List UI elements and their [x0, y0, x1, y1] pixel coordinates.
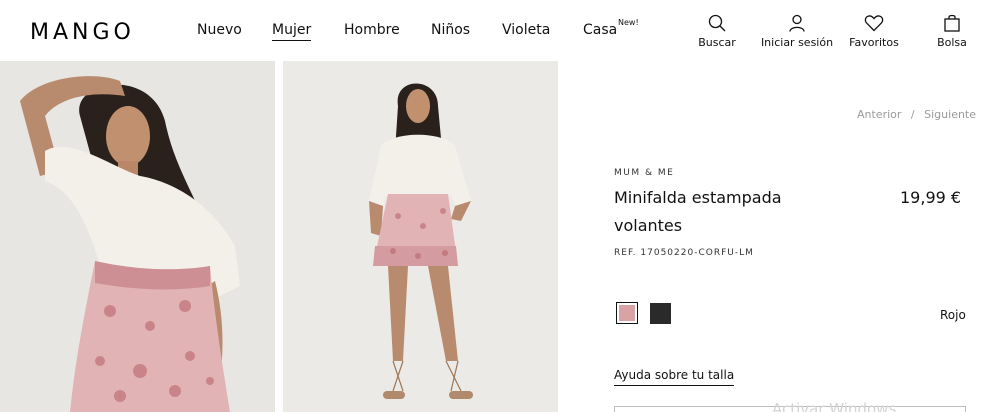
bag-label: Bolsa	[937, 36, 967, 49]
size-help-link[interactable]: Ayuda sobre tu talla	[614, 368, 735, 386]
product-brand: MUM & ME	[614, 168, 675, 178]
nav-item-violeta[interactable]: Violeta	[502, 22, 550, 38]
search-icon	[708, 14, 726, 32]
product-price: 19,99 €	[900, 188, 962, 207]
product-image-1[interactable]	[0, 61, 275, 412]
heart-icon	[864, 15, 884, 32]
model-portrait-image	[0, 61, 275, 412]
activation-watermark: Activar Windows	[772, 400, 897, 412]
bag-icon	[944, 14, 960, 32]
selected-color-name: Rojo	[940, 308, 966, 322]
product-image-2[interactable]	[283, 61, 558, 412]
nav-item-nuevo[interactable]: Nuevo	[197, 22, 242, 38]
nav-item-casa[interactable]: Casa	[583, 22, 617, 38]
search-button[interactable]: Buscar	[697, 14, 737, 49]
login-button[interactable]: Iniciar sesión	[758, 14, 836, 49]
new-badge: New!	[618, 18, 639, 27]
swatch-red-fill	[619, 305, 635, 321]
product-reference: REF. 17050220-CORFU-LM	[614, 248, 754, 258]
bag-button[interactable]: Bolsa	[934, 14, 970, 49]
color-swatch-black[interactable]	[650, 303, 671, 324]
nav-item-ninos[interactable]: Niños	[431, 22, 470, 38]
model-full-body-image	[283, 61, 558, 412]
nav-item-mujer[interactable]: Mujer	[272, 22, 312, 41]
next-link[interactable]: Siguiente	[924, 108, 976, 121]
previous-link[interactable]: Anterior	[857, 108, 901, 121]
favorites-label: Favoritos	[849, 36, 899, 49]
mango-logo[interactable]: MANGO	[30, 20, 135, 45]
site-header: MANGO Nuevo Mujer Hombre Niños Violeta C…	[0, 0, 982, 61]
pager-separator: /	[910, 108, 915, 121]
product-title: Minifalda estampada volantes	[614, 188, 782, 235]
search-label: Buscar	[698, 36, 736, 49]
swatch-black-fill	[650, 303, 671, 324]
color-swatch-red[interactable]	[616, 302, 638, 324]
product-pager: Anterior / Siguiente	[857, 108, 976, 121]
nav-item-hombre[interactable]: Hombre	[344, 22, 400, 38]
user-icon	[789, 14, 805, 32]
favorites-button[interactable]: Favoritos	[848, 14, 900, 49]
login-label: Iniciar sesión	[760, 36, 834, 49]
